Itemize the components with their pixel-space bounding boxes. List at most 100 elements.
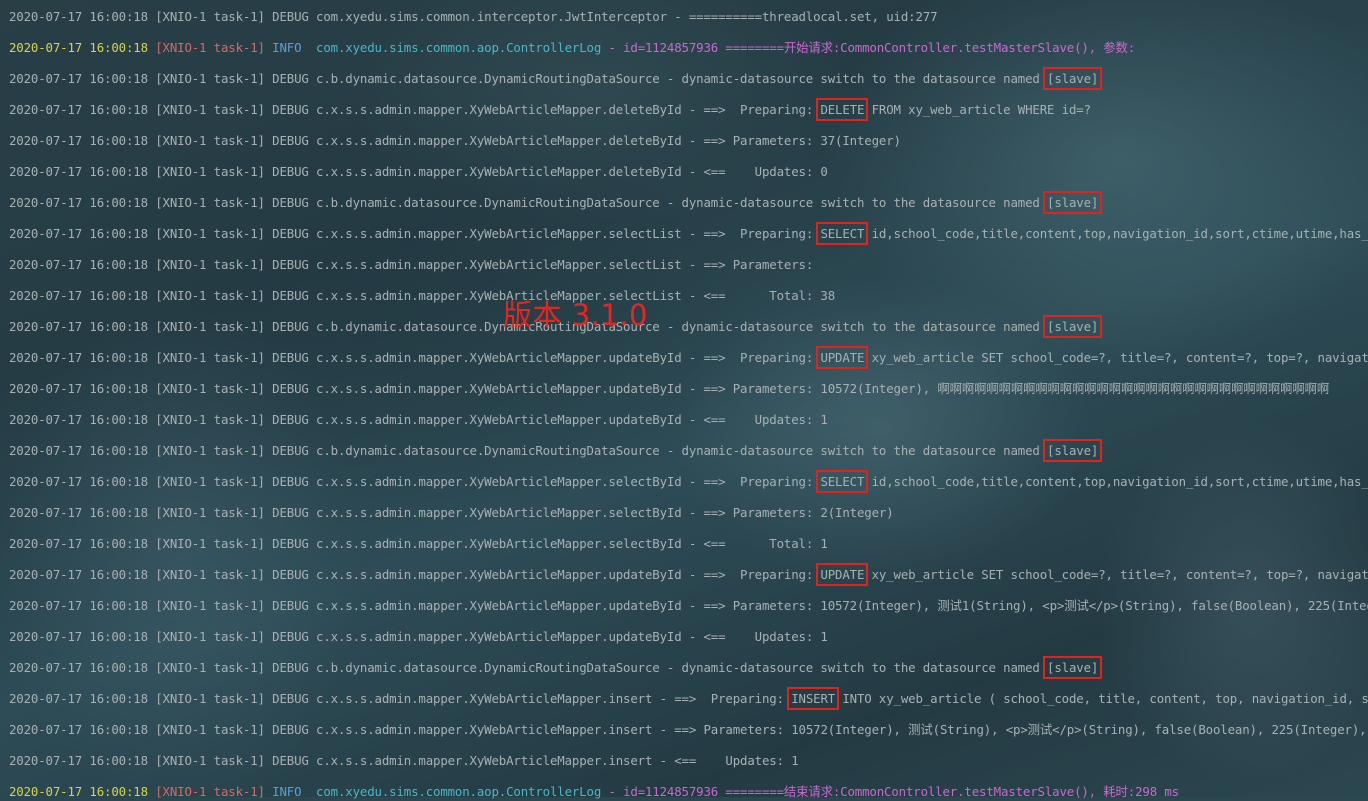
log-level: DEBUG — [272, 443, 309, 458]
log-timestamp: 2020-07-17 16:00:18 — [9, 257, 148, 272]
highlighted-keyword: [slave] — [1043, 191, 1103, 214]
log-message: - dynamic-datasource switch to the datas… — [659, 443, 1048, 458]
log-message: - ==========threadlocal.set, uid:277 — [666, 9, 938, 24]
log-level: DEBUG — [272, 350, 309, 365]
log-thread: [XNIO-1 task-1] — [155, 505, 265, 520]
log-thread: [XNIO-1 task-1] — [155, 40, 265, 55]
highlighted-keyword: SELECT — [816, 222, 869, 245]
log-message: - ==> Parameters: 10572(Integer), 测试1(St… — [681, 598, 1368, 613]
log-line: 2020-07-17 16:00:18 [XNIO-1 task-1] DEBU… — [9, 380, 1329, 398]
log-line: 2020-07-17 16:00:18 [XNIO-1 task-1] DEBU… — [9, 535, 828, 553]
log-message-rest: xy_web_article SET school_code=?, title=… — [871, 350, 1368, 365]
log-thread: [XNIO-1 task-1] — [155, 9, 265, 24]
log-line: 2020-07-17 16:00:18 [XNIO-1 task-1] DEBU… — [9, 222, 1368, 245]
highlighted-keyword: INSERT — [787, 687, 840, 710]
highlighted-keyword: DELETE — [816, 98, 869, 121]
log-timestamp: 2020-07-17 16:00:18 — [9, 443, 148, 458]
log-timestamp: 2020-07-17 16:00:18 — [9, 660, 148, 675]
log-logger: c.x.s.s.admin.mapper.XyWebArticleMapper.… — [316, 567, 682, 582]
log-thread: [XNIO-1 task-1] — [155, 412, 265, 427]
log-line: 2020-07-17 16:00:18 [XNIO-1 task-1] DEBU… — [9, 287, 835, 305]
log-message-rest: xy_web_article SET school_code=?, title=… — [871, 567, 1368, 582]
log-thread: [XNIO-1 task-1] — [155, 474, 265, 489]
log-message: - ==> Preparing: — [681, 474, 821, 489]
log-timestamp: 2020-07-17 16:00:18 — [9, 288, 148, 303]
log-level: DEBUG — [272, 381, 309, 396]
log-level: DEBUG — [272, 505, 309, 520]
log-logger: c.x.s.s.admin.mapper.XyWebArticleMapper.… — [316, 753, 653, 768]
log-message: - dynamic-datasource switch to the datas… — [659, 660, 1048, 675]
log-timestamp: 2020-07-17 16:00:18 — [9, 505, 148, 520]
log-level: DEBUG — [272, 102, 309, 117]
log-timestamp: 2020-07-17 16:00:18 — [9, 164, 148, 179]
log-timestamp: 2020-07-17 16:00:18 — [9, 319, 148, 334]
version-annotation: 版本 3.1.0 — [503, 298, 649, 332]
background-dim-overlay — [0, 0, 1368, 797]
log-timestamp: 2020-07-17 16:00:18 — [9, 226, 148, 241]
log-message: - <== Updates: 0 — [681, 164, 828, 179]
log-line: 2020-07-17 16:00:18 [XNIO-1 task-1] DEBU… — [9, 439, 1103, 462]
log-timestamp: 2020-07-17 16:00:18 — [9, 474, 148, 489]
log-message: - ==> Parameters: 37(Integer) — [681, 133, 901, 148]
log-logger: c.b.dynamic.datasource.DynamicRoutingDat… — [316, 71, 660, 86]
highlighted-keyword: [slave] — [1043, 439, 1103, 462]
log-timestamp: 2020-07-17 16:00:18 — [9, 629, 148, 644]
log-line: 2020-07-17 16:00:18 [XNIO-1 task-1] DEBU… — [9, 8, 938, 26]
log-timestamp: 2020-07-17 16:00:18 — [9, 381, 148, 396]
log-line: 2020-07-17 16:00:18 [XNIO-1 task-1] INFO… — [9, 39, 1135, 57]
log-level: DEBUG — [272, 598, 309, 613]
log-logger: c.x.s.s.admin.mapper.XyWebArticleMapper.… — [316, 691, 653, 706]
log-logger: c.b.dynamic.datasource.DynamicRoutingDat… — [316, 660, 660, 675]
log-line: 2020-07-17 16:00:18 [XNIO-1 task-1] DEBU… — [9, 256, 813, 274]
log-line: 2020-07-17 16:00:18 [XNIO-1 task-1] DEBU… — [9, 597, 1368, 615]
log-level: DEBUG — [272, 164, 309, 179]
highlighted-keyword: [slave] — [1043, 656, 1103, 679]
log-thread: [XNIO-1 task-1] — [155, 71, 265, 86]
log-thread: [XNIO-1 task-1] — [155, 319, 265, 334]
log-message: - ==> Preparing: — [681, 567, 821, 582]
log-level: DEBUG — [272, 319, 309, 334]
log-thread: [XNIO-1 task-1] — [155, 536, 265, 551]
log-logger: c.x.s.s.admin.mapper.XyWebArticleMapper.… — [316, 474, 682, 489]
log-level: DEBUG — [272, 9, 309, 24]
log-message-rest: id,school_code,title,content,top,navigat… — [871, 226, 1368, 241]
log-message: - <== Updates: 1 — [652, 753, 799, 768]
log-line: 2020-07-17 16:00:18 [XNIO-1 task-1] DEBU… — [9, 752, 799, 770]
log-logger: c.x.s.s.admin.mapper.XyWebArticleMapper.… — [316, 505, 682, 520]
log-line: 2020-07-17 16:00:18 [XNIO-1 task-1] DEBU… — [9, 656, 1103, 679]
log-timestamp: 2020-07-17 16:00:18 — [9, 71, 148, 86]
log-message: - dynamic-datasource switch to the datas… — [659, 71, 1048, 86]
log-logger: com.xyedu.sims.common.aop.ControllerLog — [316, 40, 602, 55]
log-level: INFO — [272, 40, 309, 55]
log-timestamp: 2020-07-17 16:00:18 — [9, 9, 148, 24]
log-message-rest: FROM xy_web_article WHERE id=? — [864, 102, 1091, 117]
log-message: - <== Total: 1 — [681, 536, 828, 551]
log-thread: [XNIO-1 task-1] — [155, 288, 265, 303]
log-message: - dynamic-datasource switch to the datas… — [659, 319, 1048, 334]
highlighted-keyword: UPDATE — [816, 346, 869, 369]
log-timestamp: 2020-07-17 16:00:18 — [9, 102, 148, 117]
log-logger: c.x.s.s.admin.mapper.XyWebArticleMapper.… — [316, 722, 653, 737]
log-line: 2020-07-17 16:00:18 [XNIO-1 task-1] DEBU… — [9, 628, 828, 646]
log-message: - ==> Preparing: — [681, 350, 821, 365]
log-thread: [XNIO-1 task-1] — [155, 660, 265, 675]
log-message: - ==> Parameters: 2(Integer) — [681, 505, 894, 520]
log-logger: c.x.s.s.admin.mapper.XyWebArticleMapper.… — [316, 381, 682, 396]
log-level: DEBUG — [272, 226, 309, 241]
log-line: 2020-07-17 16:00:18 [XNIO-1 task-1] DEBU… — [9, 721, 1368, 739]
log-logger: c.x.s.s.admin.mapper.XyWebArticleMapper.… — [316, 536, 682, 551]
log-line: 2020-07-17 16:00:18 [XNIO-1 task-1] DEBU… — [9, 411, 828, 429]
log-level: DEBUG — [272, 660, 309, 675]
log-timestamp: 2020-07-17 16:00:18 — [9, 598, 148, 613]
log-logger: c.x.s.s.admin.mapper.XyWebArticleMapper.… — [316, 102, 682, 117]
log-thread: [XNIO-1 task-1] — [155, 567, 265, 582]
log-timestamp: 2020-07-17 16:00:18 — [9, 536, 148, 551]
log-message: - ==> Parameters: — [681, 257, 814, 272]
log-level: DEBUG — [272, 133, 309, 148]
log-timestamp: 2020-07-17 16:00:18 — [9, 753, 148, 768]
log-thread: [XNIO-1 task-1] — [155, 629, 265, 644]
log-message: - ==> Preparing: — [652, 691, 792, 706]
log-thread: [XNIO-1 task-1] — [155, 133, 265, 148]
log-timestamp: 2020-07-17 16:00:18 — [9, 691, 148, 706]
log-thread: [XNIO-1 task-1] — [155, 350, 265, 365]
